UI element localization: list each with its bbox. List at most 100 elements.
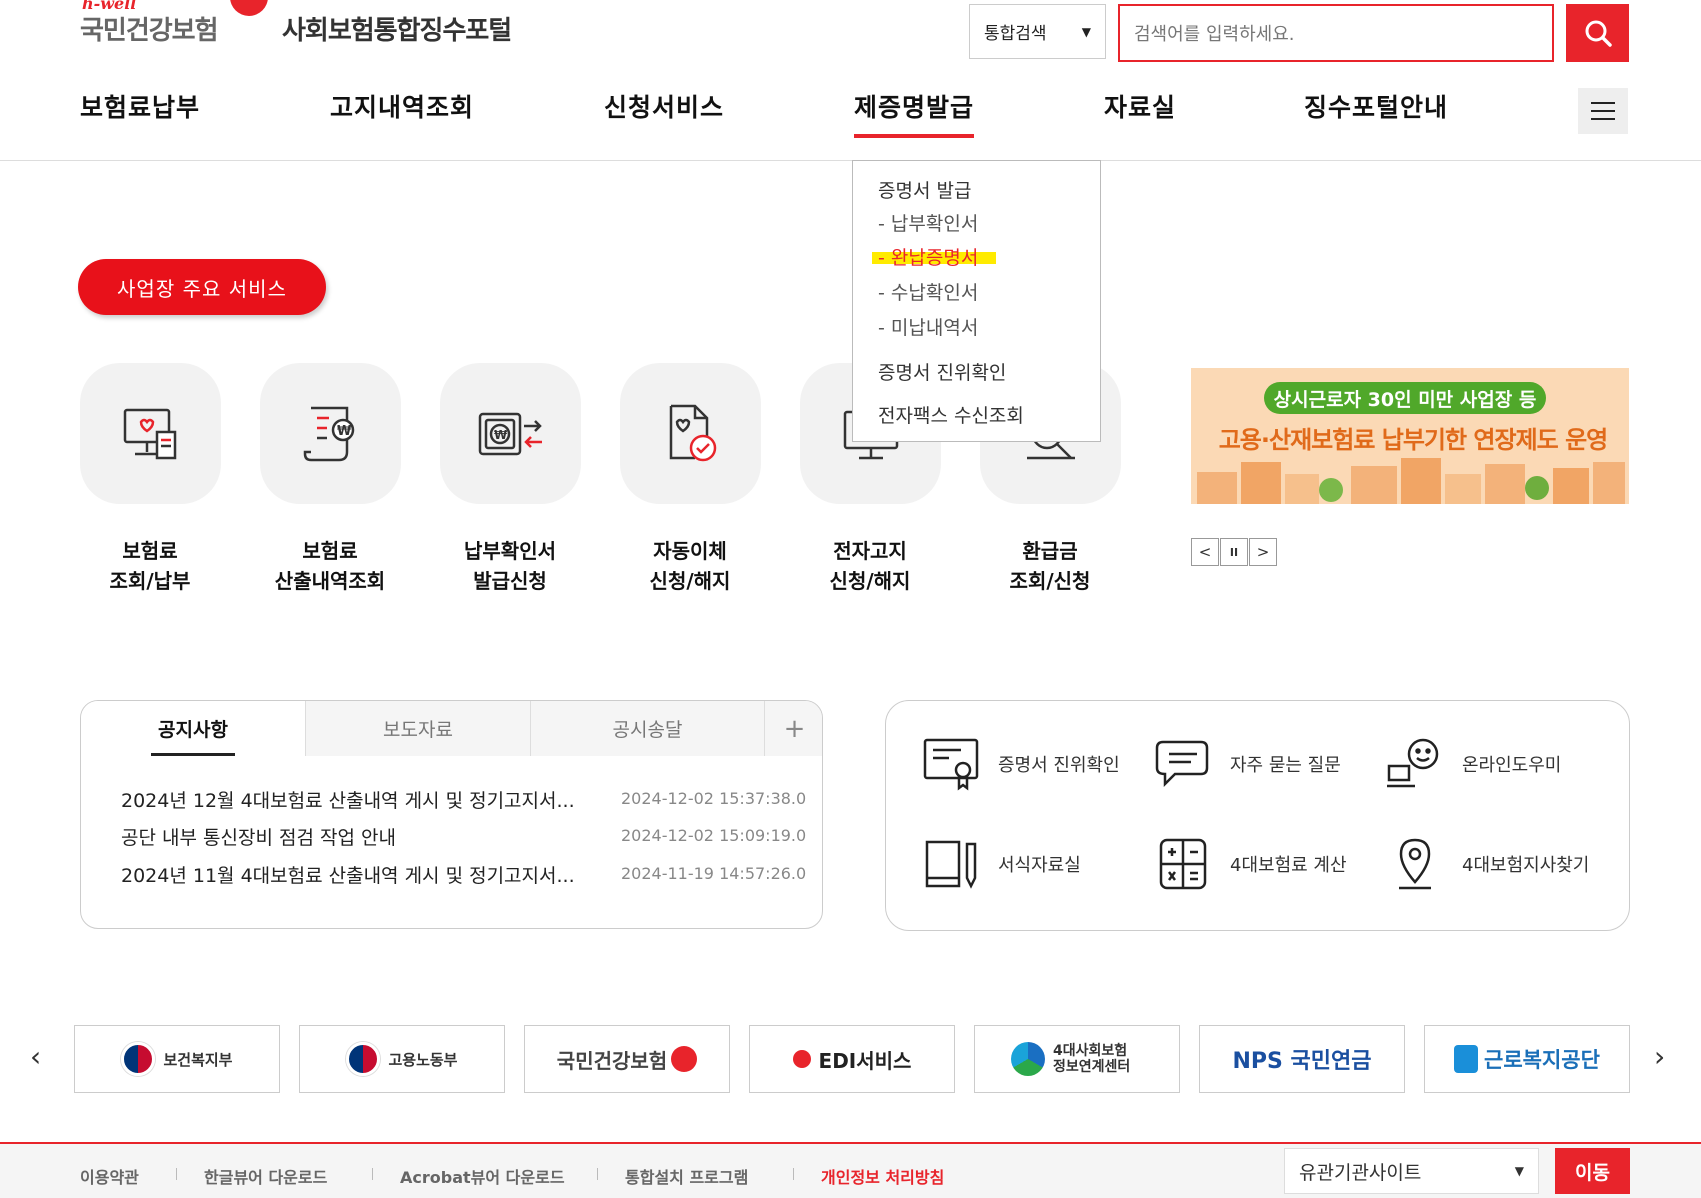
service-calculation-history[interactable]: ₩ <box>260 363 401 504</box>
taeguk-icon <box>121 1042 156 1076</box>
dropdown-item-payment-confirmation[interactable]: - 납부확인서 <box>878 209 978 236</box>
gnb-label: 보험료납부 <box>80 93 201 122</box>
banner-pause-button[interactable]: II <box>1220 538 1248 566</box>
banner-next-button[interactable]: > <box>1249 538 1277 566</box>
svg-text:₩: ₩ <box>337 424 352 439</box>
dropdown-item-efax-inquiry[interactable]: 전자팩스 수신조회 <box>878 401 1024 428</box>
gnb-item-archive[interactable]: 자료실 <box>1104 88 1176 124</box>
tab-label: 공지사항 <box>158 719 228 741</box>
service-label: 납부확인서 발급신청 <box>420 536 600 596</box>
hamburger-menu-button[interactable] <box>1578 88 1628 134</box>
service-auto-transfer[interactable] <box>620 363 761 504</box>
go-button[interactable]: 이동 <box>1555 1148 1630 1194</box>
tab-press[interactable]: 보도자료 <box>306 701 531 756</box>
related-sites-select[interactable]: 유관기관사이트 ▼ <box>1284 1148 1539 1194</box>
search-button[interactable] <box>1566 4 1629 62</box>
active-underline <box>854 134 975 138</box>
footer-separator <box>176 1168 177 1180</box>
partner-edi[interactable]: EDI서비스 <box>749 1025 955 1093</box>
service-insurance-payment[interactable] <box>80 363 221 504</box>
gnb-item-portal-guide[interactable]: 징수포털안내 <box>1304 88 1448 124</box>
service-label-line1: 보험료 <box>122 539 178 563</box>
quick-link-form-archive[interactable]: 서식자료실 <box>916 831 1081 897</box>
service-label: 보험료 조회/납부 <box>60 536 240 596</box>
notice-row-date: 2024-11-19 14:57:26.0 <box>621 864 807 883</box>
quick-link-label: 4대보험지사찾기 <box>1462 855 1590 876</box>
logo-name: 국민건강보험 <box>80 16 219 46</box>
partners-next-button[interactable]: › <box>1654 1040 1665 1073</box>
nhis-mark-icon <box>792 1050 811 1068</box>
hamburger-icon-bar <box>1591 118 1615 120</box>
partner-label: 4대사회보험 정보연계센터 <box>1053 1043 1131 1075</box>
main-services-button[interactable]: 사업장 주요 서비스 <box>78 259 326 315</box>
search-scope-select[interactable]: 통합검색 ▼ <box>969 4 1106 59</box>
notice-panel: 공지사항 보도자료 공시송달 + 2024년 12월 4대보험료 산출내역 게시… <box>80 700 823 929</box>
certificate-dropdown: 증명서 발급 - 납부확인서 - 완납증명서 - 수납확인서 - 미납내역서 증… <box>852 160 1101 442</box>
promo-banner[interactable]: 상시근로자 30인 미만 사업장 등 고용·산재보험료 납부기한 연장제도 운영 <box>1191 368 1629 504</box>
partners-prev-button[interactable]: ‹ <box>30 1040 41 1073</box>
notice-row-title[interactable]: 2024년 12월 4대보험료 산출내역 게시 및 정기고지서... <box>121 786 591 813</box>
quick-link-branch-finder[interactable]: 4대보험지사찾기 <box>1380 831 1589 897</box>
notice-more-button[interactable]: + <box>765 701 822 756</box>
tab-public-notice[interactable]: 공시송달 <box>531 701 765 756</box>
quick-link-certificate-verify[interactable]: 증명서 진위확인 <box>916 731 1120 797</box>
related-sites-value: 유관기관사이트 <box>1299 1161 1422 1184</box>
partner-label: 고용노동부 <box>388 1050 458 1069</box>
quick-link-online-helper[interactable]: 온라인도우미 <box>1380 731 1561 797</box>
comwel-logo-icon <box>1454 1045 1479 1073</box>
gnb-label: 신청서비스 <box>604 93 725 122</box>
quick-link-insurance-calculator[interactable]: 4대보험료 계산 <box>1148 831 1347 897</box>
search-icon <box>1585 20 1612 47</box>
footer-link-hwp-viewer[interactable]: 한글뷰어 다운로드 <box>204 1164 327 1188</box>
notice-tabs: 공지사항 보도자료 공시송달 + <box>81 701 822 756</box>
tab-label: 공시송달 <box>612 719 683 741</box>
quick-links-panel: 증명서 진위확인 자주 묻는 질문 온라인도우미 서식자료실 4대보험료 계산 … <box>885 700 1630 931</box>
service-payment-certificate[interactable]: ₩ <box>440 363 581 504</box>
partner-comwel[interactable]: 근로복지공단 <box>1424 1025 1630 1093</box>
service-label-line2: 신청/해지 <box>649 569 731 593</box>
notice-row-date: 2024-12-02 15:09:19.0 <box>621 826 807 845</box>
caret-down-icon: ▼ <box>1514 1164 1524 1178</box>
partner-4insure[interactable]: 4대사회보험 정보연계센터 <box>974 1025 1180 1093</box>
dropdown-item-unpaid-history[interactable]: - 미납내역서 <box>878 313 978 340</box>
dropdown-item-label: - 완납증명서 <box>878 247 979 269</box>
quick-link-label: 4대보험료 계산 <box>1230 855 1347 876</box>
dropdown-item-full-payment-certificate[interactable]: - 완납증명서 <box>872 243 997 270</box>
footer-link-terms[interactable]: 이용약관 <box>80 1164 139 1188</box>
chat-faq-icon <box>1155 740 1209 788</box>
partner-nps[interactable]: NPS 국민연금 <box>1199 1025 1405 1093</box>
search-scope-value: 통합검색 <box>984 24 1047 44</box>
partner-moel[interactable]: 고용노동부 <box>299 1025 505 1093</box>
gnb-item-insurance-payment[interactable]: 보험료납부 <box>80 88 200 124</box>
auto-transfer-icon <box>669 404 716 461</box>
nhis-mark-icon <box>671 1046 698 1072</box>
partner-mohw[interactable]: 보건복지부 <box>74 1025 280 1093</box>
form-book-icon <box>925 840 977 889</box>
notice-row-title[interactable]: 2024년 11월 4대보험료 산출내역 게시 및 정기고지서... <box>121 861 591 888</box>
dropdown-item-certificate-verify[interactable]: 증명서 진위확인 <box>878 358 1006 385</box>
banner-prev-button[interactable]: < <box>1191 538 1219 566</box>
dropdown-item-certificate-issue[interactable]: 증명서 발급 <box>878 176 971 203</box>
quick-link-label: 온라인도우미 <box>1462 755 1562 776</box>
banner-headline: 고용·산재보험료 납부기한 연장제도 운영 <box>1218 426 1609 454</box>
footer-link-acrobat-viewer[interactable]: Acrobat뷰어 다운로드 <box>400 1164 565 1188</box>
portal-title[interactable]: 사회보험통합징수포털 <box>282 10 512 47</box>
gnb-item-notice-history[interactable]: 고지내역조회 <box>330 88 474 124</box>
footer-link-install-program[interactable]: 통합설치 프로그램 <box>625 1164 748 1188</box>
logo[interactable]: h-well 국민건강보험 <box>80 0 290 46</box>
quick-link-faq[interactable]: 자주 묻는 질문 <box>1148 731 1341 797</box>
search-input[interactable]: 검색어를 입력하세요. <box>1118 4 1554 62</box>
notice-row-title[interactable]: 공단 내부 통신장비 점검 작업 안내 <box>121 823 591 850</box>
gnb-label: 징수포털안내 <box>1304 93 1449 122</box>
partner-nhis[interactable]: 국민건강보험 <box>524 1025 730 1093</box>
service-label-line1: 전자고지 <box>833 539 907 563</box>
service-label-line2: 신청/해지 <box>829 569 911 593</box>
gnb-item-application-service[interactable]: 신청서비스 <box>604 88 724 124</box>
dropdown-item-receipt-confirmation[interactable]: - 수납확인서 <box>878 278 978 305</box>
tab-notice[interactable]: 공지사항 <box>81 701 306 756</box>
gnb-item-certificate-issue[interactable]: 제증명발급 <box>836 88 981 138</box>
partner-label: 국민건강보험 <box>556 1048 668 1073</box>
tab-label: 보도자료 <box>383 719 453 741</box>
footer-link-privacy[interactable]: 개인정보 처리방침 <box>821 1164 944 1188</box>
partner-label: 보건복지부 <box>163 1050 233 1069</box>
